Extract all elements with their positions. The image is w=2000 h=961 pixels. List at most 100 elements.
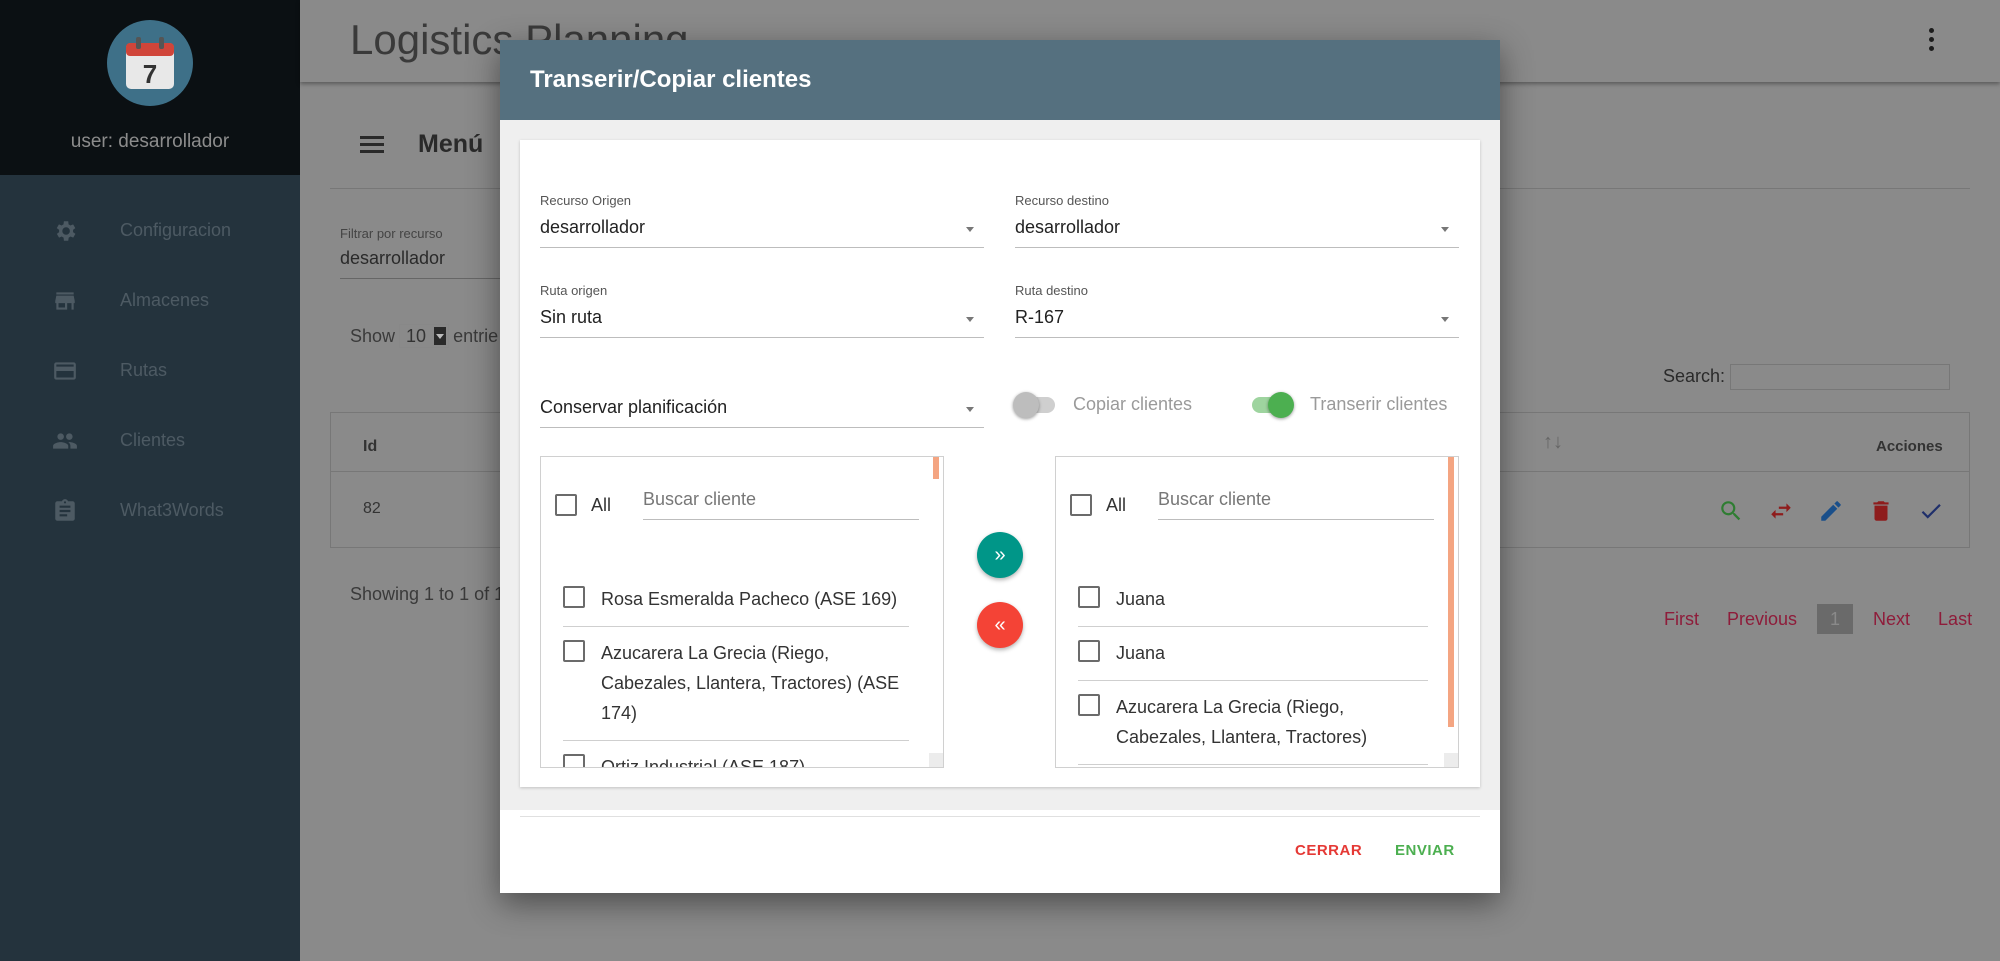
- select-all-dest[interactable]: All: [1070, 494, 1126, 516]
- transfer-clients-toggle[interactable]: Transerir clientes: [1252, 391, 1448, 418]
- menu-row: Menú: [360, 130, 483, 159]
- table-search-input[interactable]: [1730, 364, 1950, 390]
- hamburger-icon[interactable]: [360, 135, 384, 155]
- edit-icon[interactable]: [1806, 495, 1856, 527]
- show-entries: Show 10 entrie: [350, 324, 498, 348]
- list-item-label: Juana: [1116, 643, 1166, 663]
- list-item[interactable]: Azucarera La Grecia (Riego, Cabezales, L…: [563, 627, 909, 741]
- dest-items: Juana Juana Azucarera La Grecia (Riego, …: [1078, 573, 1428, 765]
- field-label: Ruta destino: [1015, 283, 1088, 298]
- column-header-actions: Acciones: [1876, 438, 1943, 455]
- sidebar-item-label: Almacenes: [120, 289, 210, 310]
- checkbox[interactable]: [563, 586, 585, 608]
- calendar-icon: 7: [126, 37, 174, 89]
- list-item-label: Azucarera La Grecia (Riego, Cabezales, L…: [1116, 697, 1368, 747]
- checkbox[interactable]: [563, 640, 585, 662]
- close-button[interactable]: CERRAR: [1295, 842, 1362, 859]
- origin-client-list[interactable]: All Buscar cliente Rosa Esmeralda Pachec…: [540, 456, 944, 768]
- caret-down-icon: [966, 227, 974, 232]
- checkbox[interactable]: [563, 754, 585, 767]
- list-item-label: Ortiz Industrial (ASE 187): [601, 757, 806, 768]
- sidebar-item-configuracion[interactable]: Configuracion: [0, 205, 300, 255]
- sort-icon[interactable]: ↑↓: [1543, 431, 1563, 454]
- page-next[interactable]: Next: [1859, 609, 1924, 630]
- search-icon[interactable]: [1706, 495, 1756, 527]
- sidebar-item-clientes[interactable]: Clientes: [0, 415, 300, 465]
- field-value: Sin ruta: [540, 307, 603, 327]
- origin-search-input[interactable]: Buscar cliente: [643, 485, 919, 520]
- list-item[interactable]: Ortiz Industrial (ASE 187): [563, 741, 909, 768]
- origin-route-select[interactable]: Ruta origen Sin ruta: [540, 283, 984, 338]
- dest-search-input[interactable]: Buscar cliente: [1158, 485, 1434, 520]
- showing-info: Showing 1 to 1 of 1: [350, 584, 505, 604]
- page-last[interactable]: Last: [1924, 609, 1986, 630]
- dest-client-list[interactable]: All Buscar cliente Juana Juana Azucarera…: [1055, 456, 1459, 768]
- page-first[interactable]: First: [1650, 609, 1713, 630]
- row-actions: [1706, 495, 1956, 527]
- checkbox[interactable]: [1078, 640, 1100, 662]
- page-current[interactable]: 1: [1817, 604, 1854, 634]
- entries-label: entrie: [453, 325, 499, 346]
- filter-underline: [340, 278, 520, 279]
- card-icon: [52, 358, 78, 384]
- list-item-label: Juana: [1116, 589, 1166, 609]
- dest-route-select[interactable]: Ruta destino R-167: [1015, 283, 1459, 338]
- more-vert-icon[interactable]: [1925, 26, 1937, 56]
- sidebar-item-label: Configuracion: [120, 219, 232, 240]
- scrollbar[interactable]: [933, 457, 939, 479]
- checkbox[interactable]: [1070, 494, 1092, 516]
- sidebar-item-label: Clientes: [120, 429, 186, 450]
- origin-resource-select[interactable]: Recurso Origen desarrollador: [540, 193, 984, 248]
- entries-select[interactable]: 10: [399, 324, 450, 348]
- caret-down-icon: [1441, 227, 1449, 232]
- checkbox[interactable]: [1078, 694, 1100, 716]
- toggle-label: Copiar clientes: [1073, 394, 1193, 414]
- sidebar-item-rutas[interactable]: Rutas: [0, 345, 300, 395]
- toggle-knob: [1268, 391, 1294, 418]
- list-item[interactable]: Juana: [1078, 573, 1428, 627]
- double-chevron-right-icon: »: [994, 543, 1006, 566]
- copy-clients-toggle[interactable]: Copiar clientes: [1013, 391, 1193, 418]
- list-item[interactable]: Azucarera La Grecia (Riego, Cabezales, L…: [1078, 681, 1428, 765]
- sidebar-header: 7 user: desarrollador: [0, 0, 300, 175]
- field-value: desarrollador: [540, 217, 646, 237]
- check-icon[interactable]: [1906, 495, 1956, 527]
- filter-select[interactable]: desarrollador: [340, 248, 445, 269]
- dest-resource-select[interactable]: Recurso destino desarrollador: [1015, 193, 1459, 248]
- checkbox[interactable]: [1078, 586, 1100, 608]
- dialog-card: Recurso Origen desarrollador Recurso des…: [520, 140, 1480, 787]
- send-button[interactable]: ENVIAR: [1395, 842, 1455, 859]
- menu-title: Menú: [418, 130, 484, 158]
- show-label: Show: [350, 325, 396, 346]
- field-value: desarrollador: [1015, 217, 1121, 237]
- select-all-origin[interactable]: All: [555, 494, 611, 516]
- sidebar-item-almacenes[interactable]: Almacenes: [0, 275, 300, 325]
- field-label: Recurso destino: [1015, 193, 1109, 208]
- list-item[interactable]: Juana: [1078, 627, 1428, 681]
- sidebar-item-label: What3Words: [120, 499, 224, 520]
- caret-down-icon: [966, 317, 974, 322]
- double-chevron-left-icon: «: [994, 613, 1006, 636]
- dialog-title: Transerir/Copiar clientes: [530, 66, 812, 93]
- toggle-track: [1252, 391, 1294, 418]
- cell-id: 82: [363, 500, 381, 517]
- column-header-id[interactable]: Id: [363, 438, 377, 456]
- move-left-button[interactable]: «: [977, 602, 1023, 648]
- avatar[interactable]: 7: [107, 20, 193, 106]
- move-right-button[interactable]: »: [977, 532, 1023, 578]
- checkbox[interactable]: [555, 494, 577, 516]
- list-item[interactable]: Rosa Esmeralda Pacheco (ASE 169): [563, 573, 909, 627]
- list-item-label: Azucarera La Grecia (Riego, Cabezales, L…: [601, 643, 900, 723]
- toggle-knob: [1013, 391, 1039, 418]
- sidebar-item-what3words[interactable]: What3Words: [0, 485, 300, 535]
- clipboard-icon: [52, 498, 78, 524]
- swap-icon[interactable]: [1756, 495, 1806, 527]
- scrollbar[interactable]: [1448, 457, 1454, 727]
- search-placeholder: Buscar cliente: [643, 489, 757, 509]
- delete-icon[interactable]: [1856, 495, 1906, 527]
- planning-select[interactable]: Conservar planificación: [540, 373, 984, 428]
- caret-down-icon: [434, 327, 447, 345]
- page-previous[interactable]: Previous: [1713, 609, 1811, 630]
- toggle-label: Transerir clientes: [1310, 394, 1448, 414]
- origin-items: Rosa Esmeralda Pacheco (ASE 169) Azucare…: [563, 573, 909, 768]
